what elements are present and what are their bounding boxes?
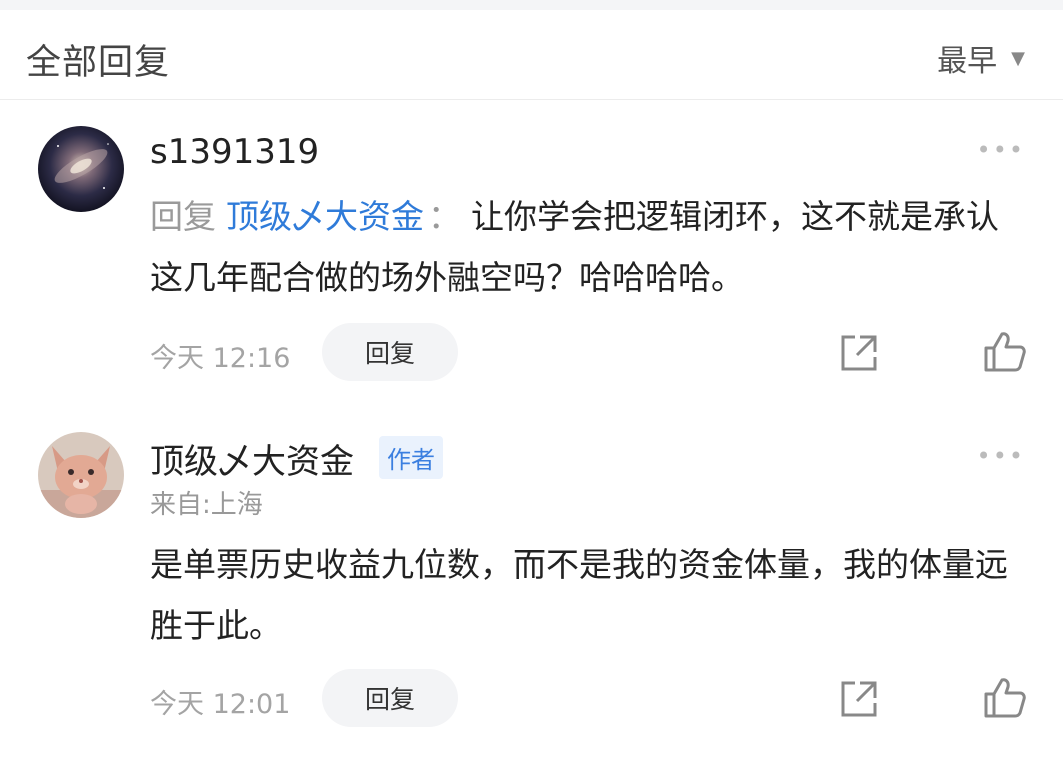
username[interactable]: 顶级乄大资金 bbox=[150, 434, 354, 483]
galaxy-avatar-icon bbox=[38, 126, 124, 212]
timestamp: 今天 12:16 bbox=[150, 343, 291, 374]
sort-label: 最早 bbox=[937, 44, 998, 79]
reply-target-link[interactable]: 顶级乄大资金 bbox=[226, 197, 424, 236]
sort-dropdown[interactable]: 最早 ▼ bbox=[937, 36, 1025, 80]
share-icon[interactable] bbox=[838, 678, 880, 720]
replies-header: 全部回复 最早 ▼ bbox=[0, 10, 1063, 100]
share-icon[interactable] bbox=[838, 332, 880, 374]
username[interactable]: s1391319 bbox=[150, 132, 319, 172]
thumbs-up-icon[interactable] bbox=[982, 676, 1028, 720]
timestamp: 今天 12:01 bbox=[150, 689, 291, 720]
avatar[interactable] bbox=[38, 432, 124, 518]
top-strip bbox=[0, 0, 1063, 10]
location-label: 来自:上海 bbox=[150, 490, 263, 520]
more-options-icon[interactable]: ••• bbox=[977, 136, 1025, 164]
more-options-icon[interactable]: ••• bbox=[977, 442, 1025, 470]
reply-button[interactable]: 回复 bbox=[322, 323, 458, 381]
reply-prefix: 回复 bbox=[150, 197, 216, 236]
reply-colon: ： bbox=[428, 197, 461, 236]
thumbs-up-icon[interactable] bbox=[982, 330, 1028, 374]
reply-button[interactable]: 回复 bbox=[322, 669, 458, 727]
comment-text: 是单票历史收益九位数，而不是我的资金体量，我的体量远胜于此。 bbox=[150, 534, 1020, 656]
author-badge: 作者 bbox=[379, 436, 443, 479]
comment-body: 是单票历史收益九位数，而不是我的资金体量，我的体量远胜于此。 bbox=[150, 545, 1008, 645]
caret-down-icon: ▼ bbox=[1011, 47, 1025, 69]
avatar[interactable] bbox=[38, 126, 124, 212]
page-title: 全部回复 bbox=[26, 43, 171, 83]
pink-cat-avatar-icon bbox=[38, 432, 124, 518]
comment-text: 回复 顶级乄大资金：让你学会把逻辑闭环，这不就是承认这几年配合做的场外融空吗？哈哈… bbox=[150, 186, 1020, 308]
